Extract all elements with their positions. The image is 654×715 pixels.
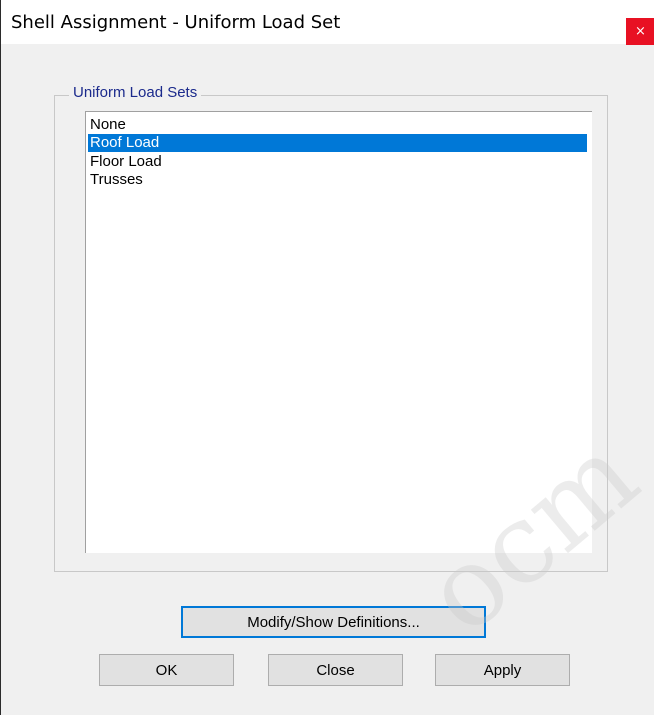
- apply-button[interactable]: Apply: [435, 654, 570, 686]
- load-set-list[interactable]: None Roof Load Floor Load Trusses: [85, 111, 592, 553]
- close-icon[interactable]: ×: [626, 18, 654, 45]
- dialog-window: Shell Assignment - Uniform Load Set × Un…: [0, 0, 654, 715]
- list-item-floor-load[interactable]: Floor Load: [88, 153, 162, 171]
- list-item-trusses[interactable]: Trusses: [88, 171, 143, 189]
- modify-show-definitions-button[interactable]: Modify/Show Definitions...: [181, 606, 486, 638]
- window-title: Shell Assignment - Uniform Load Set: [11, 12, 341, 33]
- title-bar[interactable]: Shell Assignment - Uniform Load Set ×: [1, 0, 654, 45]
- list-item-roof-load[interactable]: Roof Load: [88, 134, 587, 152]
- group-label: Uniform Load Sets: [69, 84, 202, 101]
- close-button[interactable]: Close: [268, 654, 403, 686]
- ok-button[interactable]: OK: [99, 654, 234, 686]
- list-item-none[interactable]: None: [88, 116, 126, 134]
